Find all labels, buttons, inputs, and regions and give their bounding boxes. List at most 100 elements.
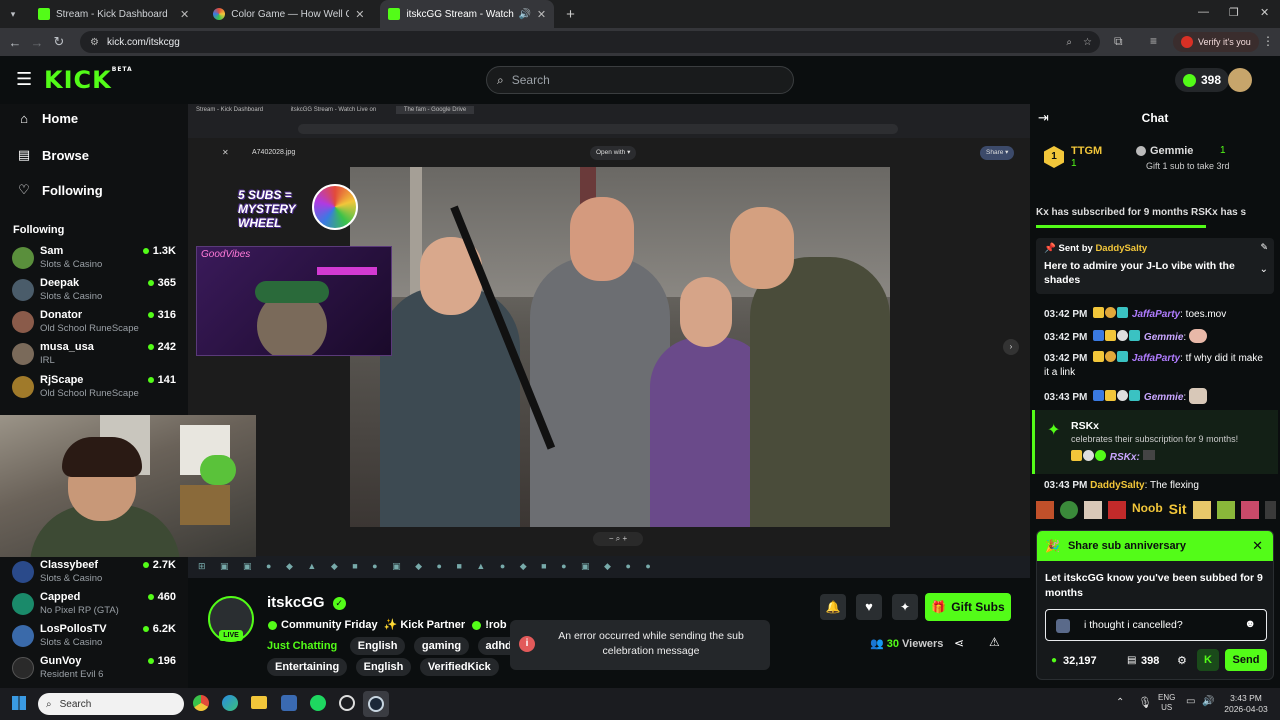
browser-tab-itskcgg[interactable]: itskcGG Stream - Watch Live 🔊 ✕ <box>380 0 555 28</box>
calculator-app-icon[interactable] <box>281 695 297 711</box>
sidebar-item-home[interactable]: ⌂ Home <box>16 111 78 126</box>
stream-video-player[interactable]: Stream - Kick Dashboard itskcGG Stream -… <box>188 104 1030 578</box>
crown-badge-icon <box>1105 330 1117 341</box>
bookmark-star-icon[interactable]: ☆ <box>1083 37 1092 48</box>
viewer-count: 6.2K <box>142 623 176 635</box>
forward-button[interactable]: → <box>26 35 48 50</box>
tab-close-icon[interactable]: ✕ <box>355 8 364 21</box>
file-explorer-icon[interactable] <box>251 696 267 709</box>
send-button[interactable]: Send <box>1225 649 1267 671</box>
followed-channel-classybeef[interactable]: Classybeef Slots & Casino 2.7K <box>12 559 178 591</box>
avatar <box>12 561 34 583</box>
subscribe-sparkle-button[interactable]: ✦ <box>892 594 918 620</box>
channel-name[interactable]: itskcGG ✓ <box>267 594 346 611</box>
tab-close-icon[interactable]: ✕ <box>537 8 546 21</box>
show-hidden-icons[interactable]: ⌃ <box>1116 697 1124 708</box>
zoom-icon[interactable]: ⌕ <box>1066 37 1072 48</box>
obs-app-icon[interactable] <box>339 695 355 711</box>
tag-pill[interactable]: Entertaining <box>267 658 348 676</box>
browser-tab-color-game[interactable]: Color Game — How Well Can Y ✕ <box>205 0 372 28</box>
window-close-button[interactable]: ✕ <box>1260 6 1269 19</box>
window-restore-button[interactable]: ❐ <box>1229 6 1239 19</box>
avatar <box>12 657 34 679</box>
expand-chevron-down-icon[interactable]: ⌄ <box>1260 264 1268 275</box>
followed-channel-sam[interactable]: Sam Slots & Casino 1.3K <box>12 245 178 277</box>
skull-badge-icon <box>1117 330 1129 341</box>
followed-channel-musa-usa[interactable]: musa_usa IRL 242 <box>12 341 178 373</box>
streamer-cam-overlay: GoodVibes <box>196 246 392 356</box>
share-panel-title: Share sub anniversary <box>1067 540 1186 552</box>
volume-icon[interactable]: 🔊 <box>1202 696 1214 707</box>
input-language[interactable]: ENG US <box>1158 693 1175 713</box>
system-clock[interactable]: 3:43 PM 2026-04-03 <box>1222 693 1270 715</box>
kick-emote-button[interactable]: K <box>1197 649 1219 671</box>
chat-title: Chat <box>1141 111 1169 125</box>
message-user[interactable]: DaddySalty <box>1090 480 1144 491</box>
share-icon[interactable]: ⋖ <box>954 636 964 650</box>
tag-pill[interactable]: VerifiedKick <box>419 658 499 676</box>
windows-start-icon[interactable] <box>12 696 26 710</box>
sidebar-item-following[interactable]: ♡ Following <box>16 182 102 198</box>
browser-menu-icon[interactable]: ⋮ <box>1262 34 1274 48</box>
tag-pill[interactable]: gaming <box>413 637 470 655</box>
followed-channel-deepak[interactable]: Deepak Slots & Casino 365 <box>12 277 178 309</box>
balance-value: 32,197 <box>1063 655 1097 667</box>
user-avatar[interactable] <box>1228 68 1252 92</box>
tag-pill[interactable]: English <box>355 658 412 676</box>
message-user[interactable]: Gemmie <box>1144 392 1183 403</box>
url-bar[interactable]: ⚙ kick.com/itskcgg ⌕ ☆ <box>80 31 1100 53</box>
back-button[interactable]: ← <box>4 35 26 50</box>
spotify-app-icon[interactable] <box>310 695 326 711</box>
message-user[interactable]: JaffaParty <box>1132 309 1180 320</box>
sub-event-chat-user[interactable]: RSKx: <box>1110 452 1140 463</box>
steam-app-icon[interactable] <box>363 691 389 717</box>
kicks-balance-button[interactable]: 398 <box>1175 68 1230 92</box>
reload-button[interactable]: ↻ <box>48 34 70 50</box>
sidebar-item-browse[interactable]: ▤ Browse <box>16 147 89 163</box>
chat-message: 03:42 PM Gemmie: <box>1044 329 1268 345</box>
message-user[interactable]: JaffaParty <box>1132 353 1180 364</box>
notifications-bell-button[interactable]: 🔔 <box>820 594 846 620</box>
followed-channel-donator[interactable]: Donator Old School RuneScape 316 <box>12 309 178 341</box>
kick-logo[interactable]: KICKBETA <box>44 66 133 94</box>
unpin-icon[interactable]: ✎ <box>1260 242 1268 253</box>
followed-channel-gunvoy[interactable]: GunVoy Resident Evil 6 196 <box>12 655 178 687</box>
followed-channel-capped[interactable]: Capped No Pixel RP (GTA) 460 <box>12 591 178 623</box>
error-toast: i An error occurred while sending the su… <box>510 620 770 670</box>
window-minimize-button[interactable]: — <box>1198 6 1209 18</box>
followed-channel-rjscape[interactable]: RjScape Old School RuneScape 141 <box>12 374 178 406</box>
tab-search-button[interactable]: ▾ <box>0 9 26 20</box>
follow-heart-button[interactable]: ♥ <box>856 594 882 620</box>
prompt-channel: itskcGG <box>1063 572 1104 584</box>
message-user[interactable]: Gemmie <box>1144 332 1183 343</box>
hamburger-menu-icon[interactable]: ☰ <box>16 69 32 90</box>
chrome-app-icon[interactable] <box>193 695 209 711</box>
edge-app-icon[interactable] <box>222 695 238 711</box>
share-label: Share <box>986 149 1004 156</box>
new-tab-button[interactable]: + <box>566 6 575 23</box>
share-message-input[interactable]: i thought i cancelled? ☻ <box>1045 609 1267 641</box>
network-icon[interactable]: ▭ <box>1186 696 1195 707</box>
microphone-icon[interactable]: 🎙 <box>1138 696 1152 709</box>
gift-subs-button[interactable]: 🎁 Gift Subs <box>925 593 1011 621</box>
emoji-icon[interactable]: ☻ <box>1244 618 1256 630</box>
taskbar-search-input[interactable]: ⌕ Search <box>38 693 184 715</box>
category-link[interactable]: Just Chatting <box>267 640 337 652</box>
tab-close-icon[interactable]: ✕ <box>180 8 189 21</box>
site-info-icon[interactable]: ⚙ <box>90 37 99 48</box>
tag-pill[interactable]: English <box>349 637 406 655</box>
avatar <box>12 343 34 365</box>
followed-channel-lospollostv[interactable]: LosPollosTV Slots & Casino 6.2K <box>12 623 178 655</box>
sub-event-user[interactable]: RSKx <box>1071 420 1099 432</box>
report-warning-icon[interactable]: ⚠ <box>989 635 1000 649</box>
media-control-icon[interactable]: ≡ <box>1150 34 1157 48</box>
verify-profile-button[interactable]: Verify it's you <box>1173 32 1259 52</box>
browser-tab-kick-dashboard[interactable]: Stream - Kick Dashboard ✕ <box>30 0 197 28</box>
speaker-icon[interactable]: 🔊 <box>518 9 530 20</box>
extensions-icon[interactable]: ⧉ <box>1114 34 1123 49</box>
sent-by-user[interactable]: DaddySalty <box>1095 243 1147 254</box>
close-icon[interactable]: ✕ <box>1252 538 1263 554</box>
message-time: 03:42 PM <box>1044 332 1088 343</box>
search-input[interactable]: ⌕ Search <box>486 66 794 94</box>
settings-gear-icon[interactable]: ⚙ <box>1177 654 1187 667</box>
